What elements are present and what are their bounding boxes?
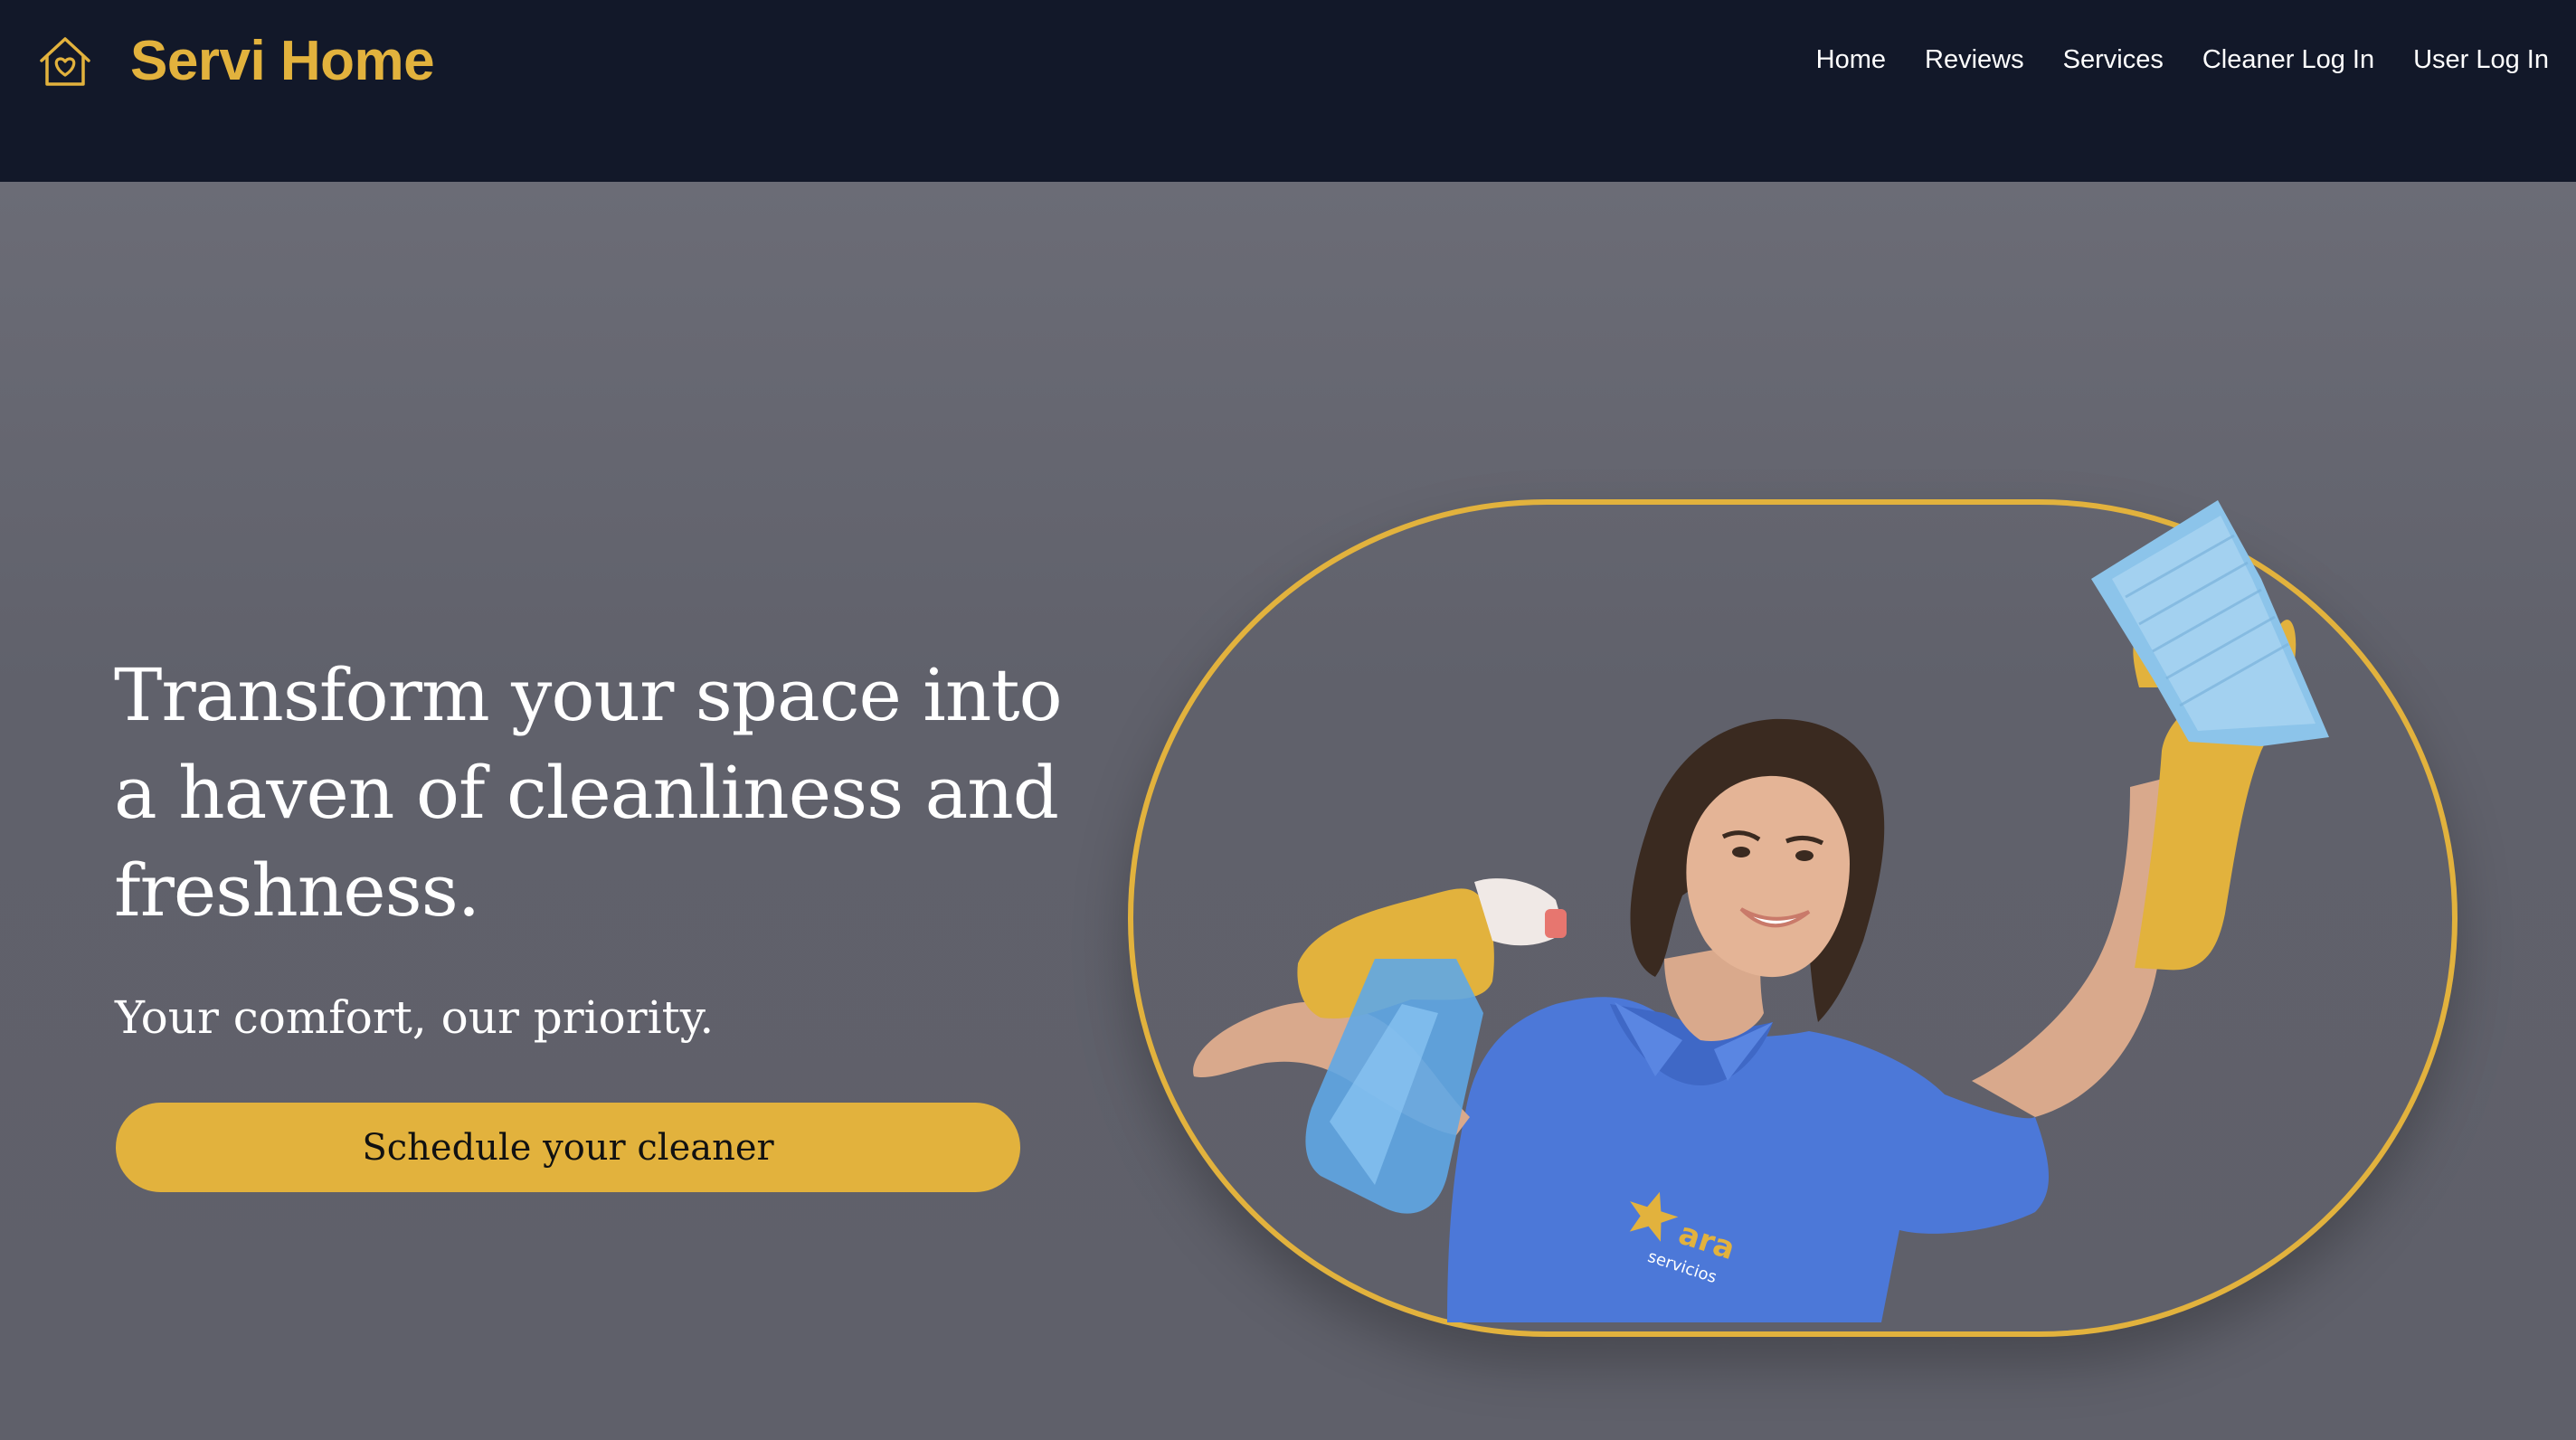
brand-logo-link[interactable]: Servi Home — [34, 27, 435, 94]
hero-headline: Transform your space into a haven of cle… — [114, 653, 1063, 933]
main-nav: Home Reviews Services Cleaner Log In Use… — [1816, 34, 2549, 85]
brand-name: Servi Home — [130, 29, 435, 92]
hero-image-frame — [1128, 499, 2458, 1337]
nav-link-home[interactable]: Home — [1816, 45, 1886, 75]
schedule-cleaner-button[interactable]: Schedule your cleaner — [116, 1103, 1020, 1192]
top-navbar: Servi Home Home Reviews Services Cleaner… — [0, 0, 2576, 182]
nav-link-cleaner-login[interactable]: Cleaner Log In — [2202, 45, 2374, 75]
nav-link-reviews[interactable]: Reviews — [1925, 45, 2024, 75]
hero-subheadline: Your comfort, our priority. — [115, 991, 715, 1044]
home-heart-icon — [40, 37, 90, 86]
nav-link-services[interactable]: Services — [2063, 45, 2164, 75]
nav-link-user-login[interactable]: User Log In — [2413, 45, 2549, 75]
